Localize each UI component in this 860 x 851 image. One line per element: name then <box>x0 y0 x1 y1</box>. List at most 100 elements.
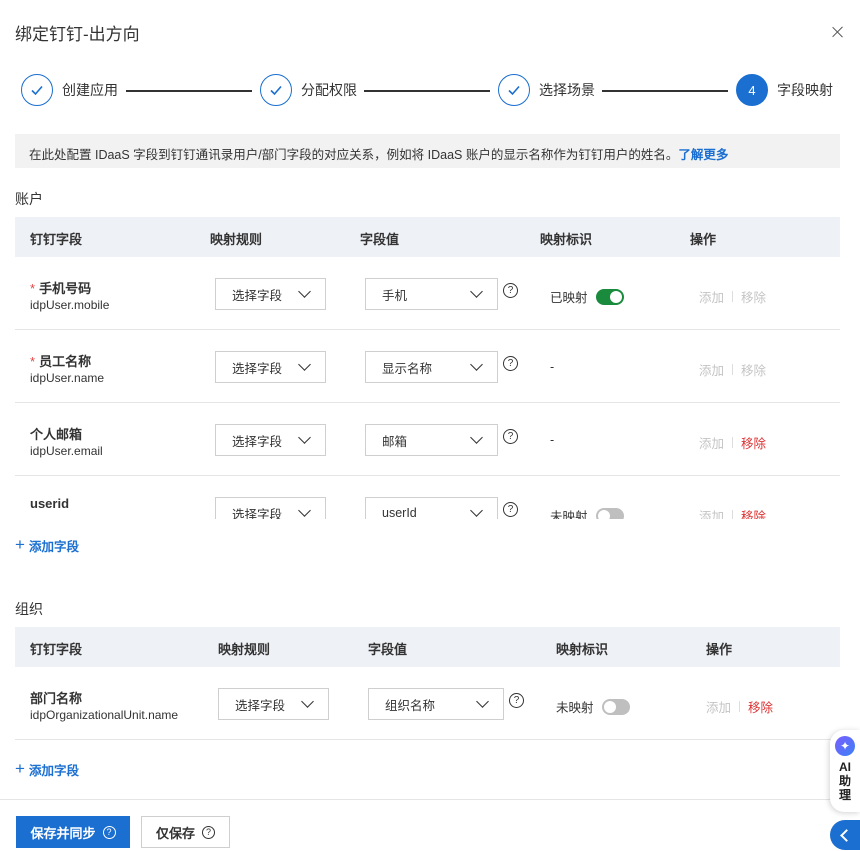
learn-more-link[interactable]: 了解更多 <box>678 148 728 162</box>
help-icon[interactable]: ? <box>509 693 524 708</box>
info-banner: 在此处配置 IDaaS 字段到钉钉通讯录用户/部门字段的对应关系，例如将 IDa… <box>15 134 840 168</box>
mapping-status: 已映射 <box>550 287 624 306</box>
field-value-select[interactable]: 手机 <box>365 278 498 310</box>
add-action: 添加 <box>699 437 725 451</box>
step-connector <box>602 90 728 92</box>
remove-action: 移除 <box>741 291 767 305</box>
step-assign-permission[interactable]: 分配权限 <box>260 74 357 106</box>
step-connector <box>364 90 490 92</box>
field-name: * 员工名称 <box>30 354 92 369</box>
field-value-select[interactable]: 组织名称 <box>368 688 504 720</box>
row-actions: 添加 移除 <box>706 697 773 716</box>
chevron-down-icon <box>470 358 483 371</box>
column-header: 字段值 <box>368 642 408 657</box>
help-icon[interactable]: ? <box>503 502 518 517</box>
remove-button[interactable]: 移除 <box>741 506 766 519</box>
add-action: 添加 <box>699 510 725 519</box>
plus-icon: + <box>15 759 25 778</box>
field-name: 个人邮箱 <box>30 427 83 442</box>
check-icon <box>260 74 292 106</box>
save-only-button[interactable]: 仅保存? <box>141 816 230 848</box>
column-header: 钉钉字段 <box>30 642 83 657</box>
close-icon[interactable] <box>830 24 846 40</box>
check-icon <box>498 74 530 106</box>
add-org-field-button[interactable]: + 添加字段 <box>15 759 79 779</box>
required-mark: * <box>30 354 36 369</box>
save-and-sync-button[interactable]: 保存并同步? <box>16 816 130 848</box>
step-label: 分配权限 <box>301 82 357 98</box>
mapping-rule-select[interactable]: 选择字段 <box>215 424 326 456</box>
add-action: 添加 <box>699 364 725 378</box>
add-action: 添加 <box>706 701 732 715</box>
step-connector <box>126 90 252 92</box>
account-table-header: 钉钉字段 映射规则 字段值 映射标识 操作 <box>15 217 840 257</box>
step-label: 选择场景 <box>539 82 595 98</box>
help-icon[interactable]: ? <box>503 356 518 371</box>
field-key: idpUser.name <box>30 371 105 385</box>
table-row: userid 选择字段 userId ? 未映射 添加 移除 <box>15 476 840 519</box>
step-label: 字段映射 <box>777 82 833 98</box>
column-header: 映射规则 <box>210 232 263 247</box>
add-account-field-button[interactable]: + 添加字段 <box>15 535 79 555</box>
chevron-down-icon <box>476 695 489 708</box>
footer-divider <box>0 799 860 800</box>
field-key: idpUser.email <box>30 444 103 458</box>
required-mark: * <box>30 281 36 296</box>
table-row: 部门名称 idpOrganizationalUnit.name 选择字段 组织名… <box>15 667 840 740</box>
chevron-down-icon <box>298 431 311 444</box>
add-action: 添加 <box>699 291 725 305</box>
mapping-rule-select[interactable]: 选择字段 <box>215 497 326 519</box>
field-name: userid <box>30 496 70 511</box>
mapping-status: 未映射 <box>550 506 624 519</box>
field-value-select[interactable]: 邮箱 <box>365 424 498 456</box>
row-actions: 添加 移除 <box>699 433 766 452</box>
chevron-down-icon <box>470 504 483 517</box>
remove-button[interactable]: 移除 <box>748 697 773 716</box>
field-key: idpUser.mobile <box>30 298 110 312</box>
table-row: 个人邮箱 idpUser.email 选择字段 邮箱 ? - 添加 移除 <box>15 403 840 476</box>
mapping-toggle[interactable] <box>595 288 624 305</box>
column-header: 映射规则 <box>218 642 271 657</box>
mapping-toggle[interactable] <box>601 698 630 715</box>
field-value-select[interactable]: userId <box>365 497 498 519</box>
ai-logo-icon: ✦ <box>835 736 855 756</box>
step-select-scene[interactable]: 选择场景 <box>498 74 595 106</box>
chevron-down-icon <box>298 358 311 371</box>
help-icon: ? <box>202 825 215 839</box>
column-header: 字段值 <box>360 232 400 247</box>
section-title-account: 账户 <box>15 191 43 207</box>
check-icon <box>21 74 53 106</box>
remove-button[interactable]: 移除 <box>741 433 766 452</box>
mapping-rule-select[interactable]: 选择字段 <box>218 688 329 720</box>
org-table-header: 钉钉字段 映射规则 字段值 映射标识 操作 <box>15 627 840 667</box>
mapping-rule-select[interactable]: 选择字段 <box>215 351 326 383</box>
step-field-mapping[interactable]: 4 字段映射 <box>736 74 833 106</box>
row-actions: 添加 移除 <box>699 360 766 379</box>
chevron-down-icon <box>298 285 311 298</box>
chevron-down-icon <box>470 431 483 444</box>
plus-icon: + <box>15 535 25 554</box>
field-value-select[interactable]: 显示名称 <box>365 351 498 383</box>
mapping-toggle[interactable] <box>595 507 624 519</box>
ai-assistant-button[interactable]: ✦ AI 助理 <box>830 730 860 812</box>
row-actions: 添加 移除 <box>699 287 766 306</box>
chevron-down-icon <box>470 285 483 298</box>
mapping-rule-select[interactable]: 选择字段 <box>215 278 326 310</box>
chevron-left-icon[interactable] <box>830 820 860 850</box>
step-label: 创建应用 <box>62 82 118 98</box>
help-icon: ? <box>102 825 116 839</box>
mapping-status: - <box>550 433 555 447</box>
column-header: 映射标识 <box>556 642 609 657</box>
remove-action: 移除 <box>741 364 767 378</box>
table-row: * 员工名称 idpUser.name 选择字段 显示名称 ? - 添加 移除 <box>15 330 840 403</box>
step-number: 4 <box>736 74 768 106</box>
help-icon[interactable]: ? <box>503 429 518 444</box>
step-create-app[interactable]: 创建应用 <box>21 74 118 106</box>
row-actions: 添加 移除 <box>699 506 766 519</box>
section-title-organization: 组织 <box>15 601 43 617</box>
account-table-body[interactable]: * 手机号码 idpUser.mobile 选择字段 手机 ? 已映射 添加 移除 … <box>0 257 860 519</box>
column-header: 钉钉字段 <box>30 232 83 247</box>
table-row: * 手机号码 idpUser.mobile 选择字段 手机 ? 已映射 添加 移除 <box>15 257 840 330</box>
mapping-status: - <box>550 360 555 374</box>
help-icon[interactable]: ? <box>503 283 518 298</box>
